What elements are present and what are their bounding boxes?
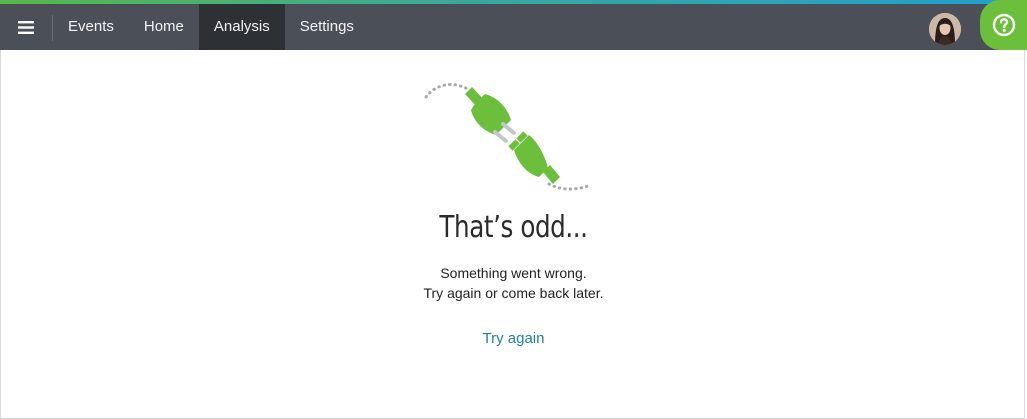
error-message-line1: Something went wrong. [440,265,587,281]
try-again-container: Try again [1,330,1026,347]
hamburger-menu-icon [18,20,34,34]
avatar-image [929,13,961,45]
hamburger-menu-button[interactable] [0,4,52,50]
nav-item-analysis[interactable]: Analysis [198,4,285,50]
error-message-line2: Try again or come back later. [423,285,604,301]
help-button[interactable] [980,0,1027,50]
error-panel: That’s odd... Something went wrong. Try … [0,50,1025,419]
nav-item-settings[interactable]: Settings [285,4,369,50]
main-nav: Events Home Analysis Settings [53,4,369,50]
top-navigation-bar: Events Home Analysis Settings [0,0,1027,50]
help-question-icon [992,13,1016,37]
nav-item-home[interactable]: Home [129,4,199,50]
unplugged-plug-icon [424,83,593,191]
user-avatar[interactable] [929,13,961,45]
try-again-link[interactable]: Try again [483,330,545,347]
nav-item-events[interactable]: Events [53,4,129,50]
error-headline: That’s odd... [439,210,588,245]
